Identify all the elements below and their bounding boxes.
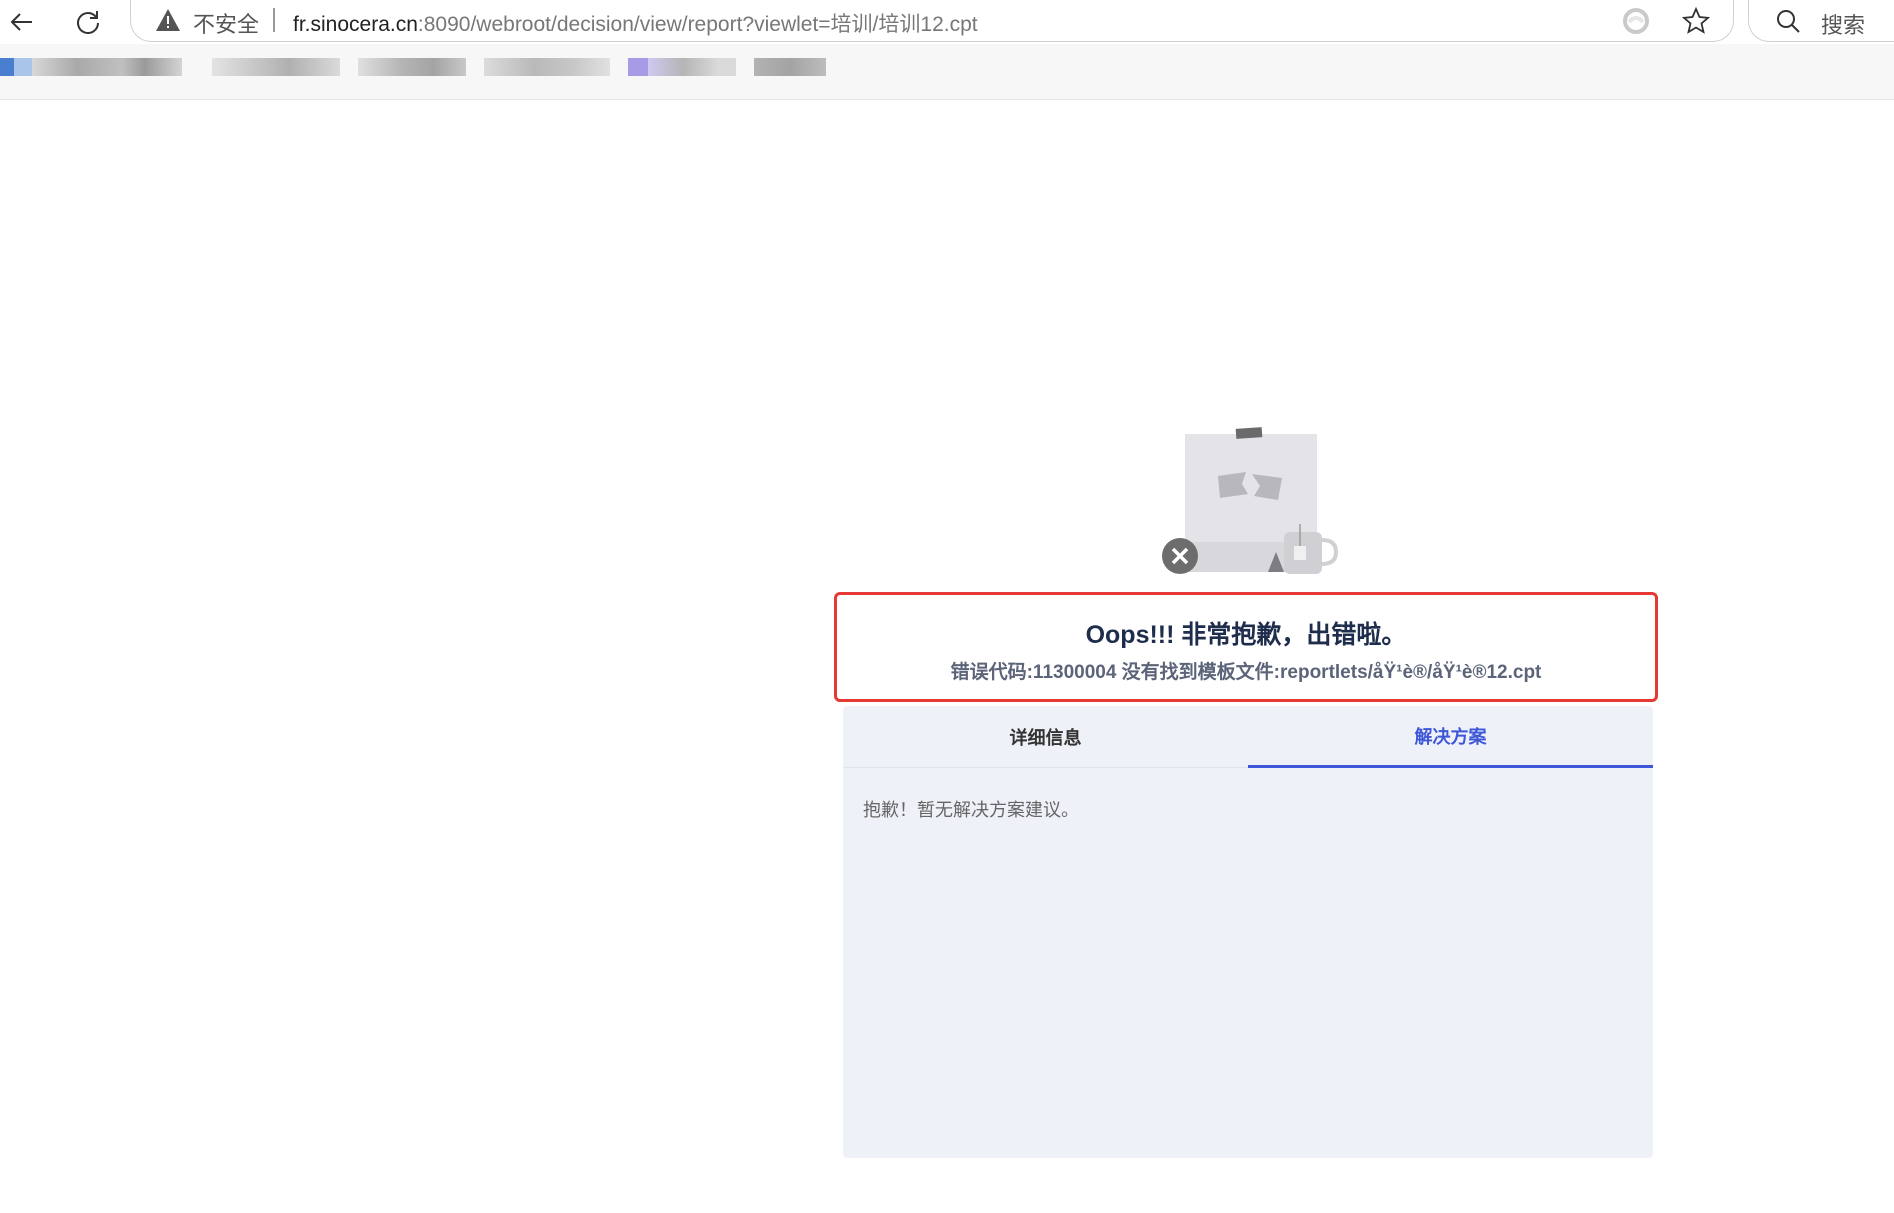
browser-toolbar: 不安全 fr.sinocera.cn:8090/webroot/decision…: [0, 0, 1894, 44]
tab-details[interactable]: 详细信息: [843, 706, 1248, 768]
error-info-panel: 详细信息 解决方案 抱歉！暂无解决方案建议。: [843, 706, 1653, 1158]
warning-icon[interactable]: [155, 8, 181, 32]
url-text[interactable]: fr.sinocera.cn:8090/webroot/decision/vie…: [293, 8, 978, 38]
insecure-label[interactable]: 不安全: [193, 7, 259, 39]
url-path: :8090/webroot/decision/view/report?viewl…: [417, 13, 978, 36]
bookmark-item[interactable]: [484, 58, 610, 76]
bookmark-item[interactable]: [358, 58, 466, 76]
error-detail: 错误代码:11300004 没有找到模板文件:reportlets/åŸ¹è®/…: [950, 662, 1542, 683]
bookmark-item[interactable]: [0, 58, 14, 76]
search-label: 搜索: [1821, 13, 1866, 38]
search-icon: [1777, 10, 1800, 33]
error-message-box: Oops!!! 非常抱歉，出错啦。 错误代码:11300004 没有找到模板文件…: [834, 592, 1658, 702]
arrow-left-icon: [10, 13, 32, 31]
bookmark-item[interactable]: [648, 58, 736, 76]
reload-icon: [77, 11, 99, 34]
search-box[interactable]: 搜索: [1748, 0, 1894, 42]
error-title: Oops!!! 非常抱歉，出错啦。: [1085, 621, 1407, 649]
tab-solution[interactable]: 解决方案: [1248, 706, 1653, 768]
url-host: fr.sinocera.cn: [293, 13, 418, 36]
tab-bar: 详细信息 解决方案: [843, 706, 1653, 768]
address-separator: [273, 8, 275, 32]
bookmark-item[interactable]: [14, 58, 32, 76]
reload-button[interactable]: [70, 4, 106, 40]
broken-page-illustration: [1162, 427, 1339, 574]
edge-extension-icon[interactable]: [1621, 6, 1651, 36]
bookmark-item[interactable]: [754, 58, 826, 76]
address-bar[interactable]: 不安全 fr.sinocera.cn:8090/webroot/decision…: [130, 0, 1734, 42]
solution-text: 抱歉！暂无解决方案建议。: [863, 800, 1079, 821]
bookmark-item[interactable]: [212, 58, 340, 76]
bookmarks-bar: [0, 44, 1894, 100]
back-button[interactable]: [4, 4, 40, 40]
favorite-star-icon[interactable]: [1681, 6, 1711, 36]
bookmark-item[interactable]: [628, 58, 648, 76]
bookmark-item[interactable]: [32, 58, 182, 76]
